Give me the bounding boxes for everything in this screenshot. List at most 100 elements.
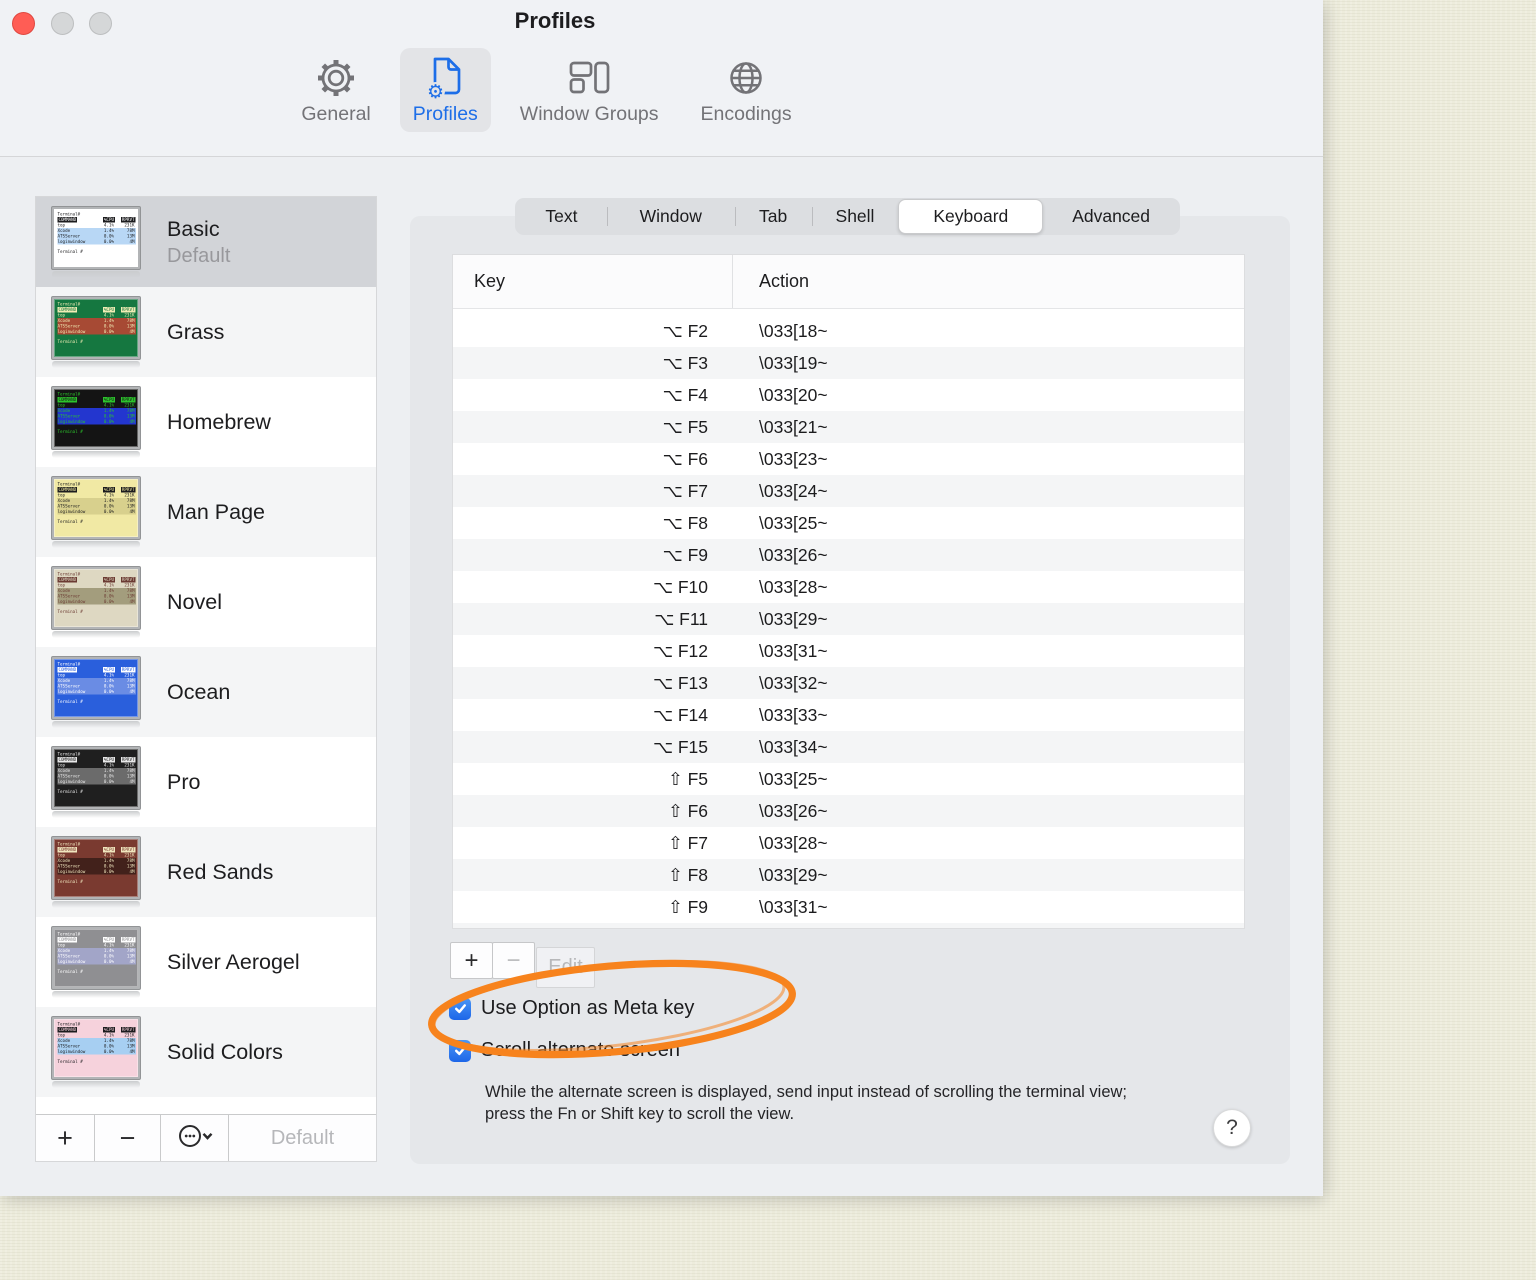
- mini-terminal-preview: Terminal# COMMAND %CPU RPRVT top 4.1% 231K Xcod…: [52, 386, 140, 449]
- window-groups-icon: [565, 55, 613, 101]
- action-cell: \033[25~: [759, 512, 828, 533]
- profile-thumbnail: Terminal# COMMAND %CPU RPRVT top 4.1% 231K Xcod…: [52, 386, 140, 458]
- action-cell: \033[29~: [759, 608, 828, 629]
- tab-shell[interactable]: Shell: [811, 199, 899, 234]
- key-binding-row[interactable]: ⌥ F15 \033[34~: [453, 731, 1244, 763]
- profile-thumbnail: Terminal# COMMAND %CPU RPRVT top 4.1% 231K Xcod…: [52, 926, 140, 998]
- key-binding-row[interactable]: ⌥ F2 \033[18~: [453, 315, 1244, 347]
- key-cell: ⌥ F7: [662, 480, 708, 501]
- key-binding-row[interactable]: ⌥ F7 \033[24~: [453, 475, 1244, 507]
- sidebar-profile-basic[interactable]: Terminal# COMMAND %CPU RPRVT top 4.1% 231K Xcod…: [36, 197, 376, 287]
- mini-terminal-preview: Terminal# COMMAND %CPU RPRVT top 4.1% 231K Xcod…: [52, 476, 140, 539]
- profile-thumbnail: Terminal# COMMAND %CPU RPRVT top 4.1% 231K Xcod…: [52, 206, 140, 278]
- minus-icon: −: [506, 946, 521, 974]
- key-cell: ⌥ F2: [662, 320, 708, 341]
- toolbar-item-general[interactable]: General: [288, 48, 383, 132]
- thumbnail-shadow: [52, 360, 140, 368]
- key-binding-row[interactable]: ⌥ F11 \033[29~: [453, 603, 1244, 635]
- key-binding-row[interactable]: ⇧ F9 \033[31~: [453, 891, 1244, 923]
- key-cell: ⌥ F8: [662, 512, 708, 533]
- key-binding-row[interactable]: ⌥ F14 \033[33~: [453, 699, 1244, 731]
- key-binding-row[interactable]: ⌥ F4 \033[20~: [453, 379, 1244, 411]
- edit-binding-button[interactable]: Edit: [536, 947, 595, 988]
- key-cell: ⌥ F12: [652, 640, 708, 661]
- svg-text:⚙: ⚙: [427, 81, 444, 101]
- profile-actions-menu-button[interactable]: [161, 1115, 229, 1161]
- use-option-as-meta-key-checkbox-row[interactable]: Use Option as Meta key: [449, 997, 694, 1020]
- profile-subtitle: Default: [167, 244, 231, 267]
- sidebar-profile-red-sands[interactable]: Terminal# COMMAND %CPU RPRVT top 4.1% 231K Xcod…: [36, 827, 376, 917]
- key-binding-row[interactable]: ⌥ F5 \033[21~: [453, 411, 1244, 443]
- titlebar: Profiles General ⚙ Profiles Window Group…: [0, 0, 1323, 157]
- key-binding-row[interactable]: ⌥ F9 \033[26~: [453, 539, 1244, 571]
- help-button[interactable]: ?: [1213, 1109, 1251, 1147]
- sidebar-profile-homebrew[interactable]: Terminal# COMMAND %CPU RPRVT top 4.1% 231K Xcod…: [36, 377, 376, 467]
- key-binding-row[interactable]: ⌥ F10 \033[28~: [453, 571, 1244, 603]
- scroll-alternate-screen-checkbox-row[interactable]: Scroll alternate screen: [449, 1039, 680, 1062]
- ellipsis-circle-chevron-icon: [177, 1123, 213, 1154]
- key-binding-row[interactable]: ⌥ F12 \033[31~: [453, 635, 1244, 667]
- sidebar-profile-novel[interactable]: Terminal# COMMAND %CPU RPRVT top 4.1% 231K Xcod…: [36, 557, 376, 647]
- key-binding-row[interactable]: ⇧ F7 \033[28~: [453, 827, 1244, 859]
- sidebar-profile-man-page[interactable]: Terminal# COMMAND %CPU RPRVT top 4.1% 231K Xcod…: [36, 467, 376, 557]
- key-cell: ⌥ F6: [662, 448, 708, 469]
- add-binding-button[interactable]: +: [450, 942, 493, 979]
- profile-list: Terminal# COMMAND %CPU RPRVT top 4.1% 231K Xcod…: [36, 197, 376, 1114]
- key-binding-row[interactable]: ⇧ F8 \033[29~: [453, 859, 1244, 891]
- action-cell: \033[26~: [759, 800, 828, 821]
- checkbox-checked[interactable]: [449, 1039, 471, 1062]
- profile-thumbnail: Terminal# COMMAND %CPU RPRVT top 4.1% 231K Xcod…: [52, 1016, 140, 1088]
- key-binding-row[interactable]: ⌥ F13 \033[32~: [453, 667, 1244, 699]
- plus-icon: +: [57, 1122, 73, 1153]
- sidebar-profile-solid-colors[interactable]: Terminal# COMMAND %CPU RPRVT top 4.1% 231K Xcod…: [36, 1007, 376, 1097]
- key-binding-row[interactable]: ⇧ F5 \033[25~: [453, 763, 1244, 795]
- mini-terminal-preview: Terminal# COMMAND %CPU RPRVT top 4.1% 231K Xcod…: [52, 296, 140, 359]
- checkmark-icon: [454, 1046, 466, 1056]
- mini-terminal-preview: Terminal# COMMAND %CPU RPRVT top 4.1% 231K Xcod…: [52, 566, 140, 629]
- action-cell: \033[25~: [759, 768, 828, 789]
- tab-window[interactable]: Window: [606, 199, 735, 234]
- alternate-screen-help-text: While the alternate screen is displayed,…: [485, 1083, 1128, 1123]
- remove-profile-button[interactable]: −: [95, 1115, 161, 1161]
- thumbnail-shadow: [52, 720, 140, 728]
- window-title: Profiles: [514, 8, 596, 33]
- toolbar-item-encodings[interactable]: Encodings: [688, 48, 805, 132]
- sidebar-profile-grass[interactable]: Terminal# COMMAND %CPU RPRVT top 4.1% 231K Xcod…: [36, 287, 376, 377]
- mini-terminal-preview: Terminal# COMMAND %CPU RPRVT top 4.1% 231K Xcod…: [52, 836, 140, 899]
- key-binding-row[interactable]: ⌥ F3 \033[19~: [453, 347, 1244, 379]
- key-binding-row[interactable]: ⌥ F8 \033[25~: [453, 507, 1244, 539]
- profile-name: Homebrew: [167, 409, 271, 434]
- preferences-content: Terminal# COMMAND %CPU RPRVT top 4.1% 231K Xcod…: [0, 157, 1323, 1196]
- sidebar-profile-pro[interactable]: Terminal# COMMAND %CPU RPRVT top 4.1% 231K Xcod…: [36, 737, 376, 827]
- tab-keyboard[interactable]: Keyboard: [898, 199, 1044, 234]
- action-cell: \033[29~: [759, 864, 828, 885]
- add-profile-button[interactable]: +: [36, 1115, 95, 1161]
- action-cell: \033[23~: [759, 448, 828, 469]
- key-cell: ⌥ F13: [652, 672, 708, 693]
- tab-tab[interactable]: Tab: [734, 199, 812, 234]
- sidebar-profile-ocean[interactable]: Terminal# COMMAND %CPU RPRVT top 4.1% 231K Xcod…: [36, 647, 376, 737]
- action-cell: \033[34~: [759, 736, 828, 757]
- profile-name: Solid Colors: [167, 1039, 283, 1064]
- sidebar-profile-silver-aerogel[interactable]: Terminal# COMMAND %CPU RPRVT top 4.1% 231K Xcod…: [36, 917, 376, 1007]
- key-binding-row[interactable]: ⌥ F6 \033[23~: [453, 443, 1244, 475]
- toolbar-item-profiles[interactable]: ⚙ Profiles: [399, 48, 491, 132]
- toolbar-label: Profiles: [412, 103, 478, 125]
- key-cell: ⌥ F3: [662, 352, 708, 373]
- toolbar-label: Encodings: [700, 103, 792, 125]
- checkbox-label: Use Option as Meta key: [481, 997, 695, 1019]
- tab-text[interactable]: Text: [516, 199, 607, 234]
- default-button[interactable]: Default: [229, 1115, 376, 1161]
- thumbnail-shadow: [52, 540, 140, 548]
- sidebar-footer: + − Default: [36, 1114, 376, 1161]
- profile-name: Red Sands: [167, 859, 274, 884]
- key-binding-row[interactable]: ⇧ F6 \033[26~: [453, 795, 1244, 827]
- tab-advanced[interactable]: Advanced: [1043, 199, 1179, 234]
- key-cell: ⇧ F9: [668, 896, 708, 917]
- checkbox-checked[interactable]: [449, 997, 471, 1020]
- mini-terminal-preview: Terminal# COMMAND %CPU RPRVT top 4.1% 231K Xcod…: [52, 746, 140, 809]
- thumbnail-shadow: [52, 810, 140, 818]
- toolbar-item-window-groups[interactable]: Window Groups: [507, 48, 672, 132]
- action-cell: \033[21~: [759, 416, 828, 437]
- remove-binding-button[interactable]: −: [492, 942, 535, 979]
